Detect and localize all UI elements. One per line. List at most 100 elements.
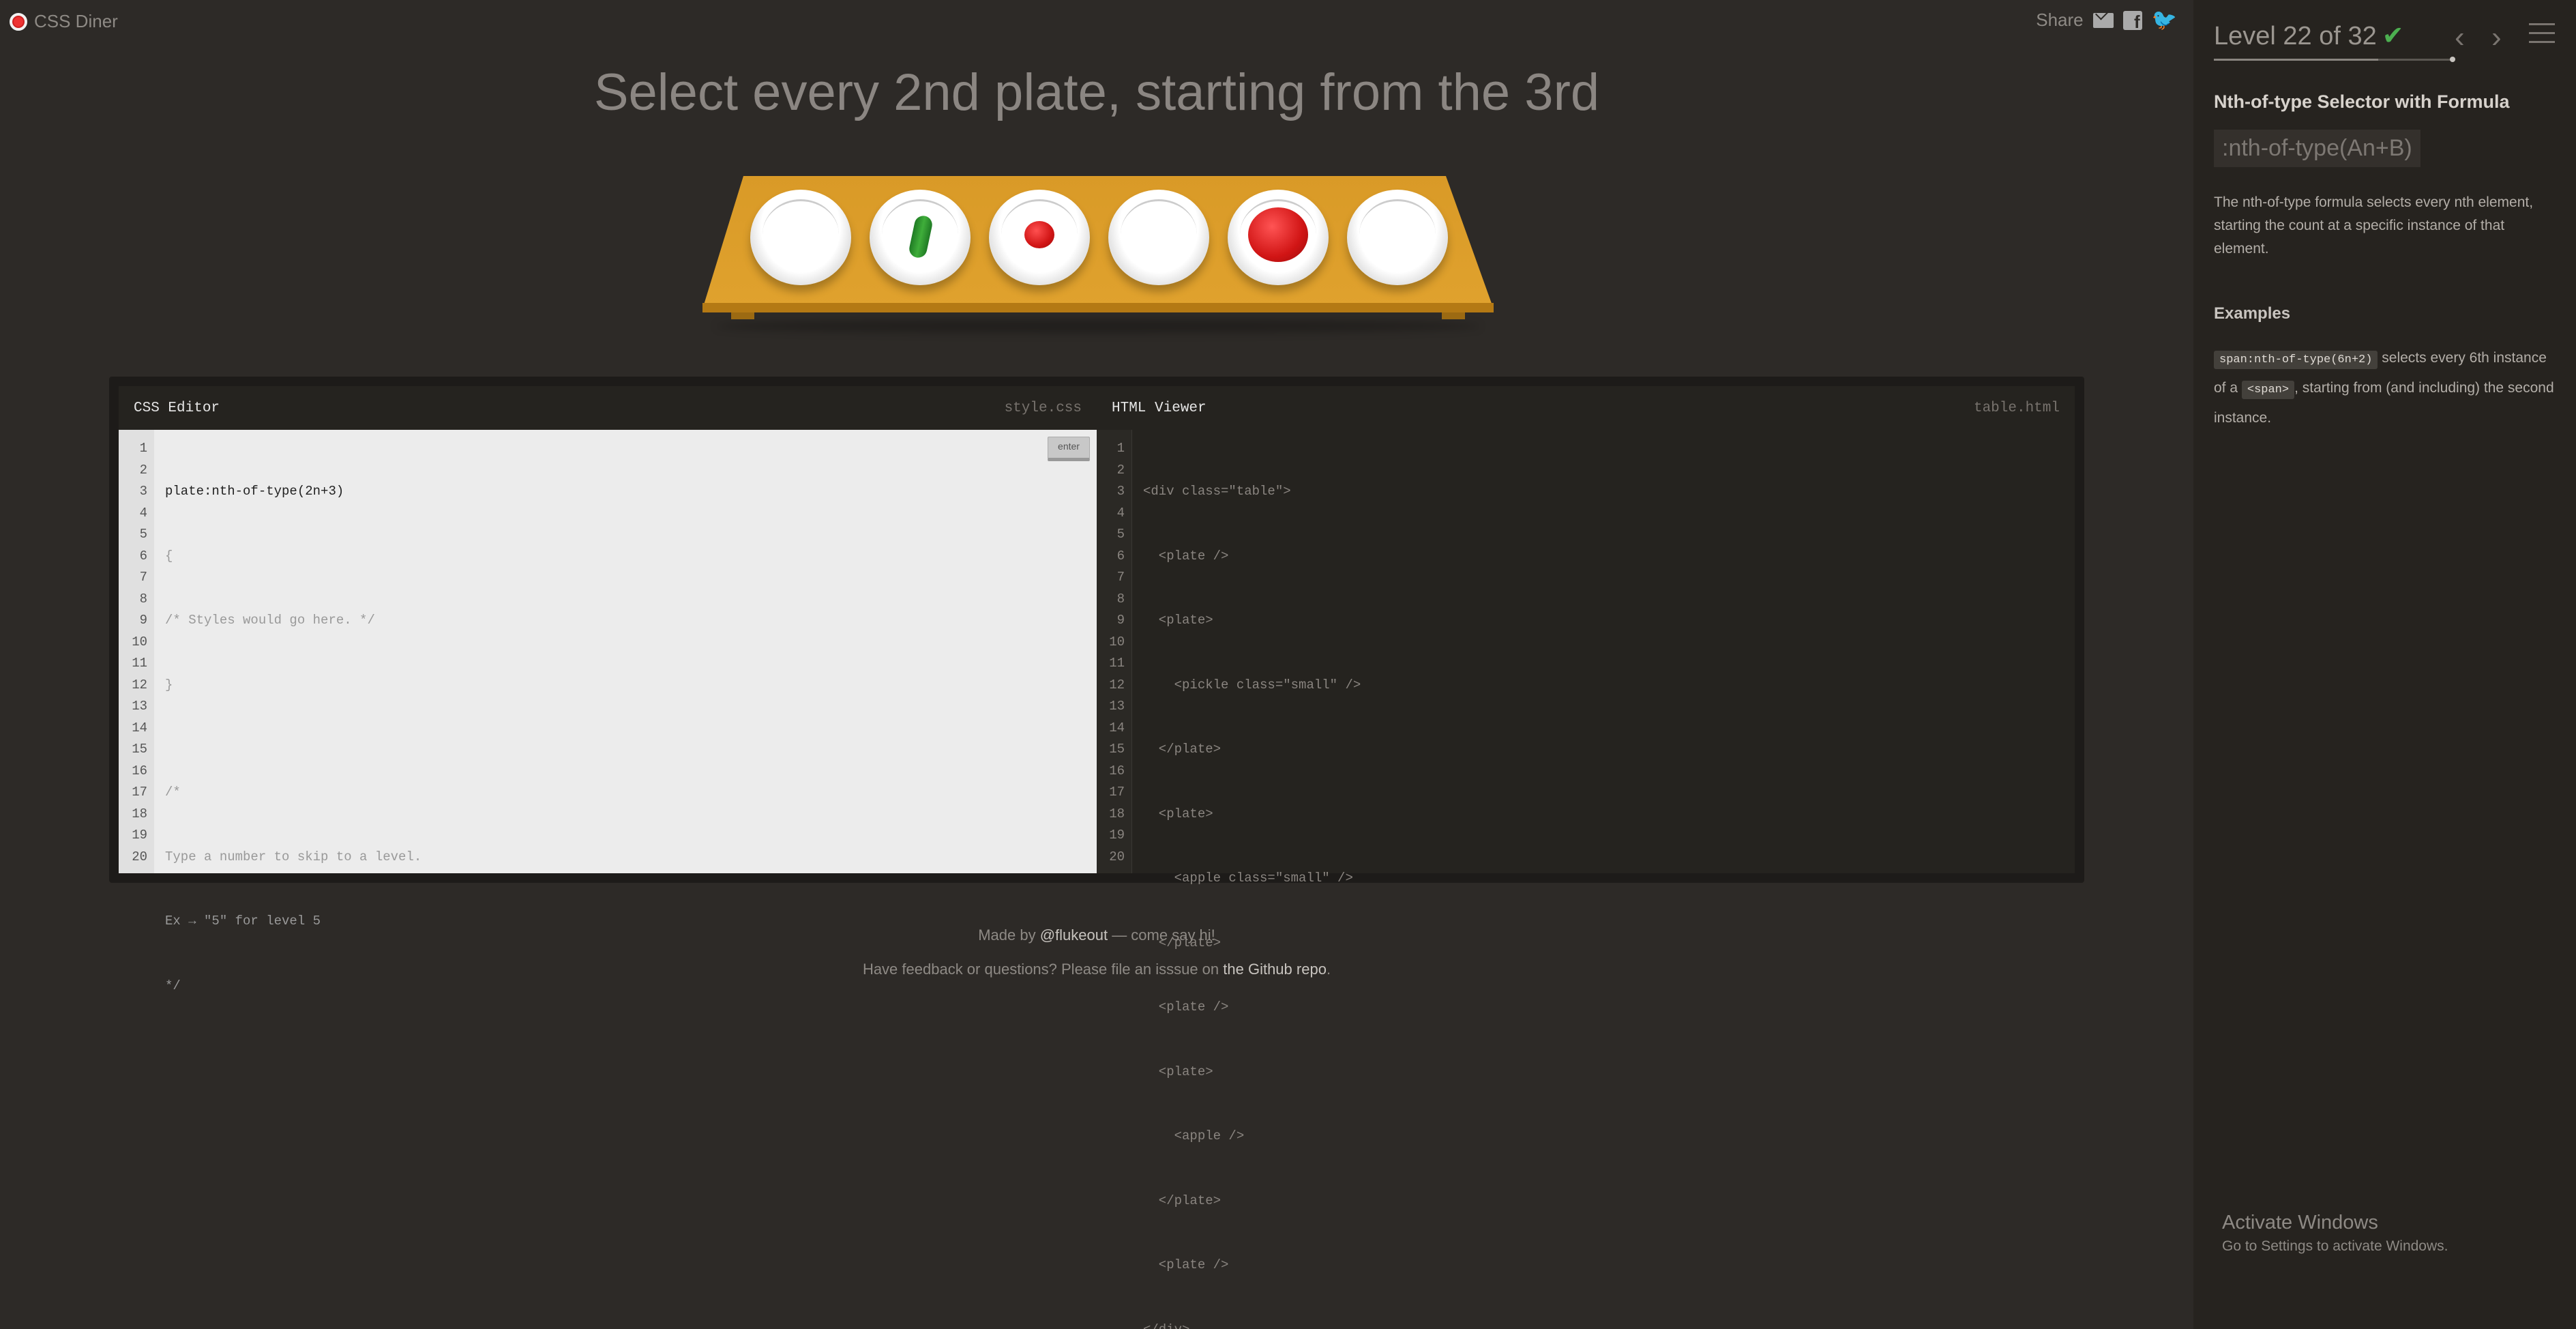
line-number: 16 bbox=[1109, 763, 1125, 778]
css-code-line: /* bbox=[165, 785, 181, 800]
email-icon[interactable] bbox=[2092, 12, 2114, 28]
css-code-line: Type a number to skip to a level. bbox=[165, 849, 422, 864]
line-number: 9 bbox=[139, 613, 147, 628]
html-code-line[interactable]: <plate> bbox=[1143, 804, 2064, 826]
line-number: 1 bbox=[1116, 441, 1125, 456]
line-number: 15 bbox=[132, 742, 147, 757]
html-code-line[interactable]: <div class="table"> bbox=[1143, 481, 2064, 503]
feedback-suffix: . bbox=[1326, 961, 1331, 978]
plate-2[interactable] bbox=[870, 190, 971, 285]
css-editor-title: CSS Editor bbox=[134, 400, 220, 416]
plate-1[interactable] bbox=[750, 190, 851, 285]
plate-3[interactable] bbox=[989, 190, 1090, 285]
flukeout-link[interactable]: @flukeout bbox=[1040, 926, 1108, 944]
selector-name: Nth-of-type Selector with Formula bbox=[2214, 91, 2510, 112]
html-code-line[interactable]: <plate> bbox=[1143, 1062, 2064, 1083]
css-code-line: /* Styles would go here. */ bbox=[165, 613, 375, 628]
apple-small[interactable] bbox=[1024, 221, 1054, 248]
level-sidebar: Level 22 of 32 ✔ ‹ › Nth-of-type Selector… bbox=[2193, 0, 2576, 1329]
editor-panel: CSS Editor style.css 1 2 3 4 5 6 7 8 9 10 11 12 13 14… bbox=[109, 377, 2084, 1329]
css-editor: CSS Editor style.css 1 2 3 4 5 6 7 8 9 10 11 12 13 14… bbox=[119, 386, 1097, 993]
table-leg bbox=[731, 312, 754, 319]
html-code-line[interactable]: <plate /> bbox=[1143, 546, 2064, 568]
line-number: 6 bbox=[139, 548, 147, 564]
html-code-line[interactable]: <plate /> bbox=[1143, 1255, 2064, 1276]
line-number: 19 bbox=[1109, 828, 1125, 843]
example: span:nth-of-type(6n+2) selects every 6th… bbox=[2214, 344, 2558, 432]
html-code: <div class="table"> <plate /> <plate> <p… bbox=[1132, 430, 2075, 1329]
line-number: 10 bbox=[132, 634, 147, 649]
examples-title: Examples bbox=[2214, 304, 2291, 323]
line-number: 11 bbox=[1109, 656, 1125, 671]
github-repo-link[interactable]: the Github repo bbox=[1223, 961, 1327, 978]
line-number: 2 bbox=[139, 462, 147, 478]
css-code[interactable]: plate:nth-of-type(2n+3) { /* Styles woul… bbox=[154, 430, 1097, 993]
css-line-numbers: 1 2 3 4 5 6 7 8 9 10 11 12 13 14 15 16 17 18 19 20 bbox=[119, 430, 154, 873]
facebook-icon[interactable]: f bbox=[2122, 10, 2142, 32]
line-number: 9 bbox=[1116, 613, 1125, 628]
html-code-line[interactable]: </plate> bbox=[1143, 1191, 2064, 1212]
line-number: 17 bbox=[132, 785, 147, 800]
dinner-table bbox=[702, 176, 1494, 333]
html-code-line[interactable]: </plate> bbox=[1143, 739, 2064, 761]
enter-button[interactable]: enter bbox=[1048, 437, 1090, 461]
level-instruction: Select every 2nd plate, starting from th… bbox=[593, 63, 1600, 121]
html-line-numbers: 1 2 3 4 5 6 7 8 9 10 11 12 13 14 15 16 17 18 19 20 bbox=[1097, 430, 1132, 873]
made-by-text: Made by bbox=[978, 926, 1040, 944]
html-code-line[interactable]: <apple /> bbox=[1143, 1126, 2064, 1148]
level-progress-fill bbox=[2214, 59, 2378, 61]
line-number: 3 bbox=[139, 484, 147, 499]
level-text: Level 22 of 32 bbox=[2214, 22, 2377, 50]
line-number: 10 bbox=[1109, 634, 1125, 649]
html-viewer-header: HTML Viewer table.html bbox=[1097, 386, 2075, 430]
line-number: 18 bbox=[1109, 806, 1125, 821]
line-number: 7 bbox=[139, 570, 147, 585]
apple[interactable] bbox=[1248, 207, 1308, 262]
line-number: 8 bbox=[1116, 591, 1125, 607]
html-code-line[interactable]: </div> bbox=[1143, 1319, 2064, 1329]
html-file-name: table.html bbox=[1973, 400, 2060, 416]
footer: Made by @flukeout — come say hi! Have fe… bbox=[0, 918, 2193, 987]
line-number: 14 bbox=[1109, 720, 1125, 735]
plate-logo-icon bbox=[10, 12, 27, 31]
line-number: 3 bbox=[1116, 484, 1125, 499]
made-by-suffix: — come say hi! bbox=[1108, 926, 1215, 944]
line-number: 8 bbox=[139, 591, 147, 607]
html-code-line[interactable]: <plate> bbox=[1143, 610, 2064, 632]
css-file-name: style.css bbox=[1004, 400, 1082, 416]
line-number: 12 bbox=[132, 677, 147, 692]
feedback-text: Have feedback or questions? Please file … bbox=[862, 961, 1224, 978]
pickle-small[interactable] bbox=[907, 214, 934, 260]
line-number: 13 bbox=[1109, 699, 1125, 714]
plate-4[interactable] bbox=[1108, 190, 1209, 285]
next-level-icon[interactable]: › bbox=[2491, 20, 2502, 55]
html-code-line[interactable]: <plate /> bbox=[1143, 997, 2064, 1019]
example-code-tag: <span> bbox=[2241, 381, 2295, 399]
line-number: 7 bbox=[1116, 570, 1125, 585]
line-number: 18 bbox=[132, 806, 147, 821]
previous-level-icon[interactable]: ‹ bbox=[2455, 20, 2465, 55]
level-progress-marker bbox=[2450, 57, 2455, 62]
line-number: 20 bbox=[132, 849, 147, 864]
html-code-line[interactable]: <apple class="small" /> bbox=[1143, 868, 2064, 890]
plate-5[interactable] bbox=[1228, 190, 1329, 285]
html-viewer-title: HTML Viewer bbox=[1112, 400, 1206, 416]
plate-6[interactable] bbox=[1347, 190, 1448, 285]
activate-windows-title: Activate Windows bbox=[2222, 1212, 2378, 1233]
share-bar: Share f 🐦 bbox=[2036, 10, 2177, 32]
feedback-line: Have feedback or questions? Please file … bbox=[0, 952, 2193, 987]
selector-description: The nth-of-type formula selects every nt… bbox=[2214, 194, 2534, 257]
twitter-icon[interactable]: 🐦 bbox=[2152, 10, 2177, 30]
line-number: 2 bbox=[1116, 462, 1125, 478]
line-number: 13 bbox=[132, 699, 147, 714]
table-leg bbox=[1442, 312, 1465, 319]
activate-windows-watermark: Activate Windows Go to Settings to activ… bbox=[2222, 1212, 2448, 1255]
app-logo[interactable]: CSS Diner bbox=[10, 11, 118, 32]
html-code-line[interactable]: <pickle class="small" /> bbox=[1143, 675, 2064, 697]
level-indicator: Level 22 of 32 ✔ bbox=[2214, 20, 2404, 51]
level-menu-icon[interactable] bbox=[2529, 23, 2555, 45]
line-number: 16 bbox=[132, 763, 147, 778]
html-viewer: HTML Viewer table.html 1 2 3 4 5 6 7 8 9 10 11 12 13… bbox=[1097, 386, 2075, 1329]
css-input[interactable]: plate:nth-of-type(2n+3) bbox=[165, 481, 1086, 503]
table-edge bbox=[702, 303, 1494, 312]
